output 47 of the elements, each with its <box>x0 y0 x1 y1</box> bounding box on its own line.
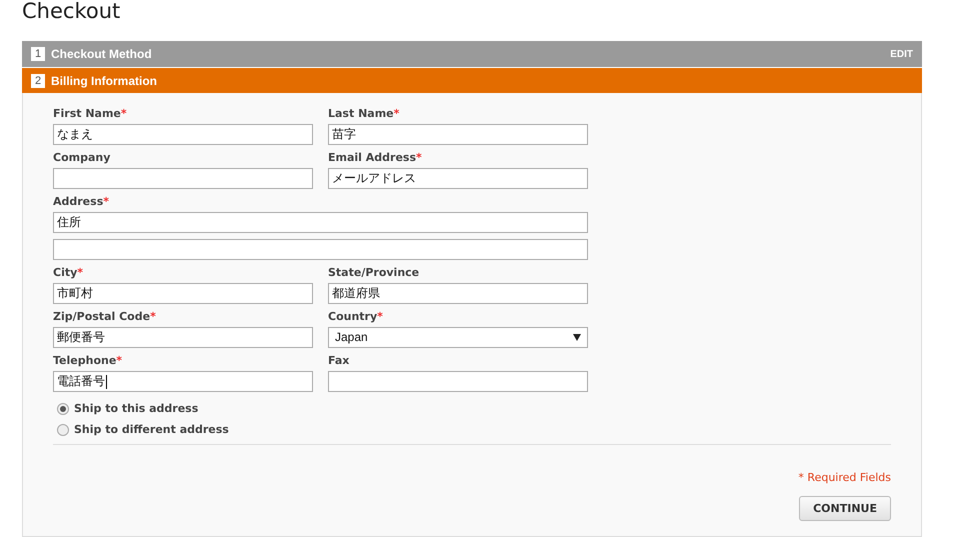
field-label: Zip/Postal Code <box>53 310 150 323</box>
required-mark: * <box>116 354 122 367</box>
required-mark: * <box>103 195 110 208</box>
required-mark: * <box>77 266 84 279</box>
required-mark: * <box>394 107 400 120</box>
field-label: City <box>53 266 78 279</box>
text-field[interactable]: 郵便番号 <box>53 327 313 348</box>
field-label: Company <box>53 151 110 164</box>
step-number: 1 <box>31 47 45 61</box>
field-label: Last Name <box>328 107 394 120</box>
field-label: Fax <box>328 354 350 367</box>
radio-label: Ship to this address <box>74 402 198 415</box>
select-field[interactable]: Japan <box>328 327 588 348</box>
required-mark: * <box>377 310 383 323</box>
text-field[interactable]: なまえ <box>53 124 313 145</box>
radio-button[interactable] <box>57 424 69 436</box>
required-mark: * <box>120 107 127 120</box>
step-number: 2 <box>31 74 45 88</box>
field-label: Address <box>53 195 104 208</box>
radio-label: Ship to different address <box>74 423 229 436</box>
text-field[interactable]: 苗字 <box>328 124 588 145</box>
text-field[interactable]: 都道府県 <box>328 283 588 304</box>
step-title: Checkout Method <box>51 47 152 61</box>
page-title: Checkout <box>22 0 122 25</box>
radio-option[interactable]: Ship to different address <box>57 423 891 436</box>
field-label: Telephone <box>53 354 116 367</box>
text-field[interactable]: メールアドレス <box>328 168 588 189</box>
field-label: State/Province <box>328 266 420 279</box>
text-field[interactable] <box>53 168 313 189</box>
field-label: First Name <box>53 107 121 120</box>
radio-button[interactable] <box>57 402 69 414</box>
required-mark: * <box>416 151 422 164</box>
caret-icon <box>573 334 581 341</box>
radio-option[interactable]: Ship to this address <box>57 402 891 415</box>
text-field[interactable]: 電話番号 <box>53 371 313 392</box>
required-mark: * <box>150 310 156 323</box>
step-header[interactable]: 2 Billing Information <box>22 68 922 93</box>
text-field[interactable] <box>328 371 588 392</box>
step-title: Billing Information <box>51 74 157 88</box>
text-field[interactable]: 市町村 <box>53 283 313 304</box>
step-header[interactable]: 1 Checkout Method EDIT <box>22 41 922 68</box>
field-label: Email Address <box>328 151 416 164</box>
field-label: Country <box>328 310 378 323</box>
text-field[interactable] <box>53 239 588 260</box>
text-field[interactable]: 住所 <box>53 212 588 233</box>
required-note: * Required Fields <box>798 471 891 484</box>
continue-button[interactable]: CONTINUE <box>799 496 891 521</box>
